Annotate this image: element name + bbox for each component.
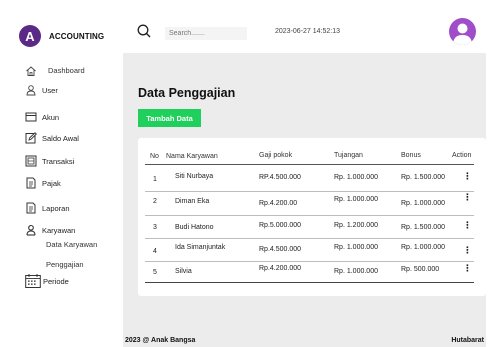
- row-divider: [145, 238, 474, 239]
- row-divider: [145, 261, 474, 262]
- user-icon: [25, 84, 37, 96]
- user-avatar[interactable]: [449, 18, 476, 45]
- row-2-no: 2: [153, 198, 157, 205]
- row-3-no: 3: [153, 224, 157, 231]
- page-title: Data Penggajian: [138, 86, 236, 100]
- home-icon: [25, 65, 37, 77]
- column-header-salary: Gaji pokok: [259, 152, 293, 159]
- transaction-icon: [25, 155, 37, 167]
- brand-name: ACCOUNTING: [49, 31, 105, 41]
- column-header-bonus: Bonus: [401, 152, 421, 159]
- row-2-allowance: Rp. 1.000.000: [334, 196, 378, 203]
- sidebar-item-label: Akun: [42, 112, 60, 122]
- sidebar-item-label: Laporan: [42, 203, 70, 213]
- row-5-bonus: Rp. 500.000: [401, 266, 440, 273]
- sidebar-subitem-data-karyawan[interactable]: Data Karyawan: [46, 240, 97, 249]
- sidebar-item-dashboard-label[interactable]: Dashboard: [48, 66, 85, 75]
- current-datetime: 2023-06-27 14:52:13: [275, 28, 340, 35]
- user-icon: [25, 224, 37, 236]
- row-2-action-kebab-menu-icon[interactable]: ⋮: [463, 193, 472, 202]
- row-2-bonus: Rp. 1.000.000: [401, 200, 445, 207]
- sidebar-item-akun[interactable]: Akun: [25, 110, 59, 124]
- row-1-bonus: Rp. 1.500.000: [401, 174, 445, 181]
- column-header-no: No: [150, 153, 159, 160]
- sidebar-item-transaksi[interactable]: Transaksi: [25, 154, 74, 168]
- sidebar-item-label: Saldo Awal: [42, 133, 79, 143]
- row-4-name: Ida Simanjuntak: [175, 244, 226, 251]
- search-icon[interactable]: [137, 24, 151, 38]
- row-5-action-kebab-menu-icon[interactable]: ⋮: [463, 264, 472, 273]
- row-2-salary: Rp.4.200.00: [259, 200, 298, 207]
- sidebar-item-label: Pajak: [42, 178, 61, 188]
- sidebar-item-karyawan[interactable]: Karyawan: [25, 223, 75, 237]
- sidebar-subitem-penggajian[interactable]: Penggajian: [46, 260, 84, 269]
- row-3-action-kebab-menu-icon[interactable]: ⋮: [463, 221, 472, 230]
- edit-icon: [25, 132, 37, 144]
- footer-copyright: 2023 @ Anak Bangsa: [125, 337, 196, 344]
- row-1-action-kebab-menu-icon[interactable]: ⋮: [463, 172, 472, 181]
- calendar-icon: [25, 274, 41, 288]
- sidebar-item-label: Transaksi: [42, 156, 75, 166]
- row-1-no: 1: [153, 176, 157, 183]
- card-icon: [25, 111, 37, 123]
- sidebar-item-saldo-awal[interactable]: Saldo Awal: [25, 131, 79, 145]
- row-3-bonus: Rp. 1.500.000: [401, 224, 445, 231]
- row-5-no: 5: [153, 269, 157, 276]
- sidebar-item-label: User: [42, 85, 58, 95]
- report-icon: [25, 202, 37, 214]
- row-4-salary: Rp.4.500.000: [259, 246, 302, 253]
- row-divider: [145, 215, 474, 216]
- top-bar: 2023-06-27 14:52:13: [123, 8, 486, 53]
- table-header-divider: [145, 164, 474, 165]
- row-5-name: Silvia: [175, 268, 192, 275]
- avatar-person-icon: [453, 23, 472, 45]
- row-5-salary: Rp.4.200.000: [259, 265, 302, 272]
- row-4-allowance: Rp. 1.000.000: [334, 244, 378, 251]
- column-header-allowance: Tujangan: [334, 152, 363, 159]
- column-header-action: Action: [452, 152, 472, 159]
- row-3-salary: Rp.5.000.000: [259, 222, 302, 229]
- row-4-bonus: Rp. 1.000.000: [401, 244, 445, 251]
- sidebar-item-label: Karyawan: [42, 225, 76, 235]
- document-icon: [25, 177, 37, 189]
- add-data-button[interactable]: Tambah Data: [138, 109, 201, 127]
- row-4-action-kebab-menu-icon[interactable]: ⋮: [463, 246, 472, 255]
- row-3-name: Budi Hatono: [175, 224, 214, 231]
- sidebar-item-pajak[interactable]: Pajak: [25, 176, 61, 190]
- sidebar-item-periode[interactable]: Periode: [25, 273, 97, 289]
- row-1-salary: RP.4.500.000: [259, 174, 301, 181]
- row-3-allowance: Rp. 1.200.000: [334, 222, 378, 229]
- row-2-name: Diman Eka: [175, 198, 210, 205]
- sidebar-item-dashboard[interactable]: [25, 65, 42, 77]
- footer-author: Hutabarat: [451, 337, 484, 344]
- row-1-allowance: Rp. 1.000.000: [334, 174, 378, 181]
- row-5-allowance: Rp. 1.000.000: [334, 268, 378, 275]
- row-divider: [145, 191, 474, 192]
- column-header-name: Nama Karyawan: [166, 153, 218, 160]
- sidebar-item-user[interactable]: User: [25, 83, 58, 97]
- brand-logo: A: [19, 25, 41, 47]
- table-bottom-divider: [145, 282, 474, 283]
- sidebar-item-laporan[interactable]: Laporan: [25, 201, 70, 215]
- row-1-name: Siti Nurbaya: [175, 173, 214, 180]
- sidebar-item-label: Periode: [43, 276, 69, 286]
- search-input[interactable]: [165, 27, 247, 40]
- row-4-no: 4: [153, 248, 157, 255]
- brand[interactable]: A ACCOUNTING: [19, 25, 104, 47]
